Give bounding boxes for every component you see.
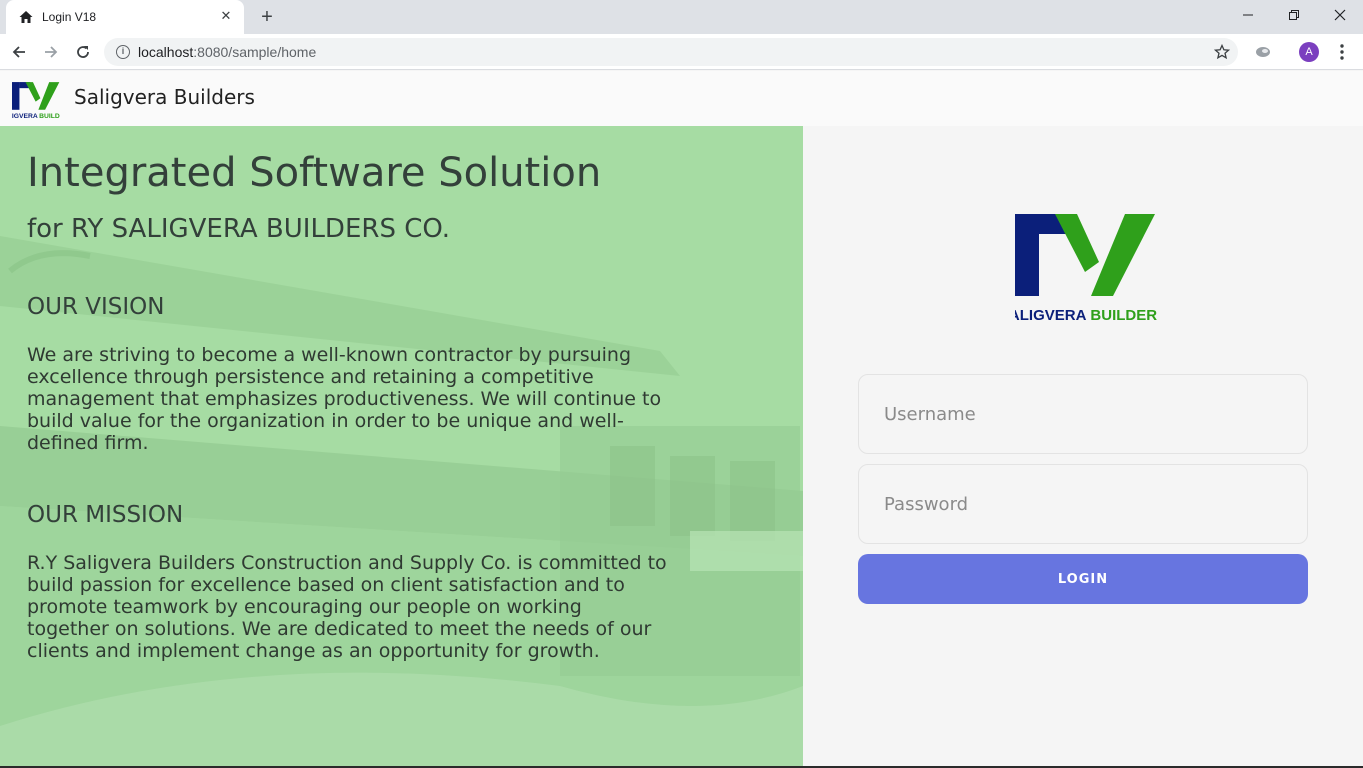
- new-tab-button[interactable]: +: [256, 6, 278, 28]
- mission-heading: OUR MISSION: [27, 502, 184, 528]
- hero-subtitle: for RY SALIGVERA BUILDERS CO.: [27, 214, 451, 244]
- logo-large-word-1: SALIGVERA: [1015, 307, 1087, 324]
- window-close-icon[interactable]: [1317, 0, 1363, 30]
- star-icon[interactable]: [1214, 44, 1230, 60]
- company-logo-large: SALIGVERABUILDERS: [1015, 214, 1157, 324]
- info-icon[interactable]: i: [116, 45, 130, 59]
- brand-name: Saligvera Builders: [74, 85, 255, 109]
- browser-tabstrip: Login V18 ✕ +: [0, 0, 1363, 34]
- hero-panel: Integrated Software Solution for RY SALI…: [0, 126, 803, 768]
- svg-text:SALIGVERABUILDERS: SALIGVERABUILDERS: [12, 113, 60, 120]
- login-panel: SALIGVERABUILDERS LOGIN: [803, 126, 1363, 768]
- forward-arrow-icon[interactable]: [39, 40, 63, 64]
- username-field[interactable]: [858, 374, 1308, 454]
- browser-tab[interactable]: Login V18 ✕: [6, 0, 244, 34]
- url-path: :8080/sample/home: [193, 44, 317, 60]
- tab-title: Login V18: [42, 10, 97, 24]
- browser-toolbar: i localhost:8080/sample/home A: [0, 34, 1363, 70]
- logo-word-2: BUILDERS: [39, 113, 60, 120]
- password-input[interactable]: [859, 465, 1307, 543]
- username-input[interactable]: [859, 375, 1307, 453]
- restore-icon[interactable]: [1271, 0, 1317, 30]
- reload-icon[interactable]: [71, 40, 95, 64]
- address-bar[interactable]: i localhost:8080/sample/home: [104, 38, 1238, 66]
- mission-text: R.Y Saligvera Builders Construction and …: [27, 552, 667, 662]
- url-host: localhost: [138, 44, 194, 60]
- vision-heading: OUR VISION: [27, 294, 165, 320]
- logo-word-1: SALIGVERA: [12, 113, 38, 120]
- back-arrow-icon[interactable]: [7, 40, 31, 64]
- hero-title: Integrated Software Solution: [27, 150, 602, 196]
- password-field[interactable]: [858, 464, 1308, 544]
- app-header: SALIGVERABUILDERS Saligvera Builders: [0, 71, 1363, 126]
- home-icon: [19, 11, 33, 23]
- vision-text: We are striving to become a well-known c…: [27, 344, 662, 454]
- minimize-icon[interactable]: [1225, 0, 1271, 30]
- company-logo[interactable]: SALIGVERABUILDERS: [12, 82, 60, 120]
- url-text[interactable]: localhost:8080/sample/home: [138, 44, 316, 60]
- close-icon[interactable]: ✕: [218, 9, 234, 25]
- kebab-menu-icon[interactable]: [1332, 42, 1352, 62]
- extension-icon[interactable]: [1253, 42, 1273, 62]
- login-button[interactable]: LOGIN: [858, 554, 1308, 604]
- svg-text:SALIGVERABUILDERS: SALIGVERABUILDERS: [1015, 307, 1157, 324]
- logo-large-word-2: BUILDERS: [1090, 307, 1157, 324]
- profile-avatar[interactable]: A: [1299, 42, 1319, 62]
